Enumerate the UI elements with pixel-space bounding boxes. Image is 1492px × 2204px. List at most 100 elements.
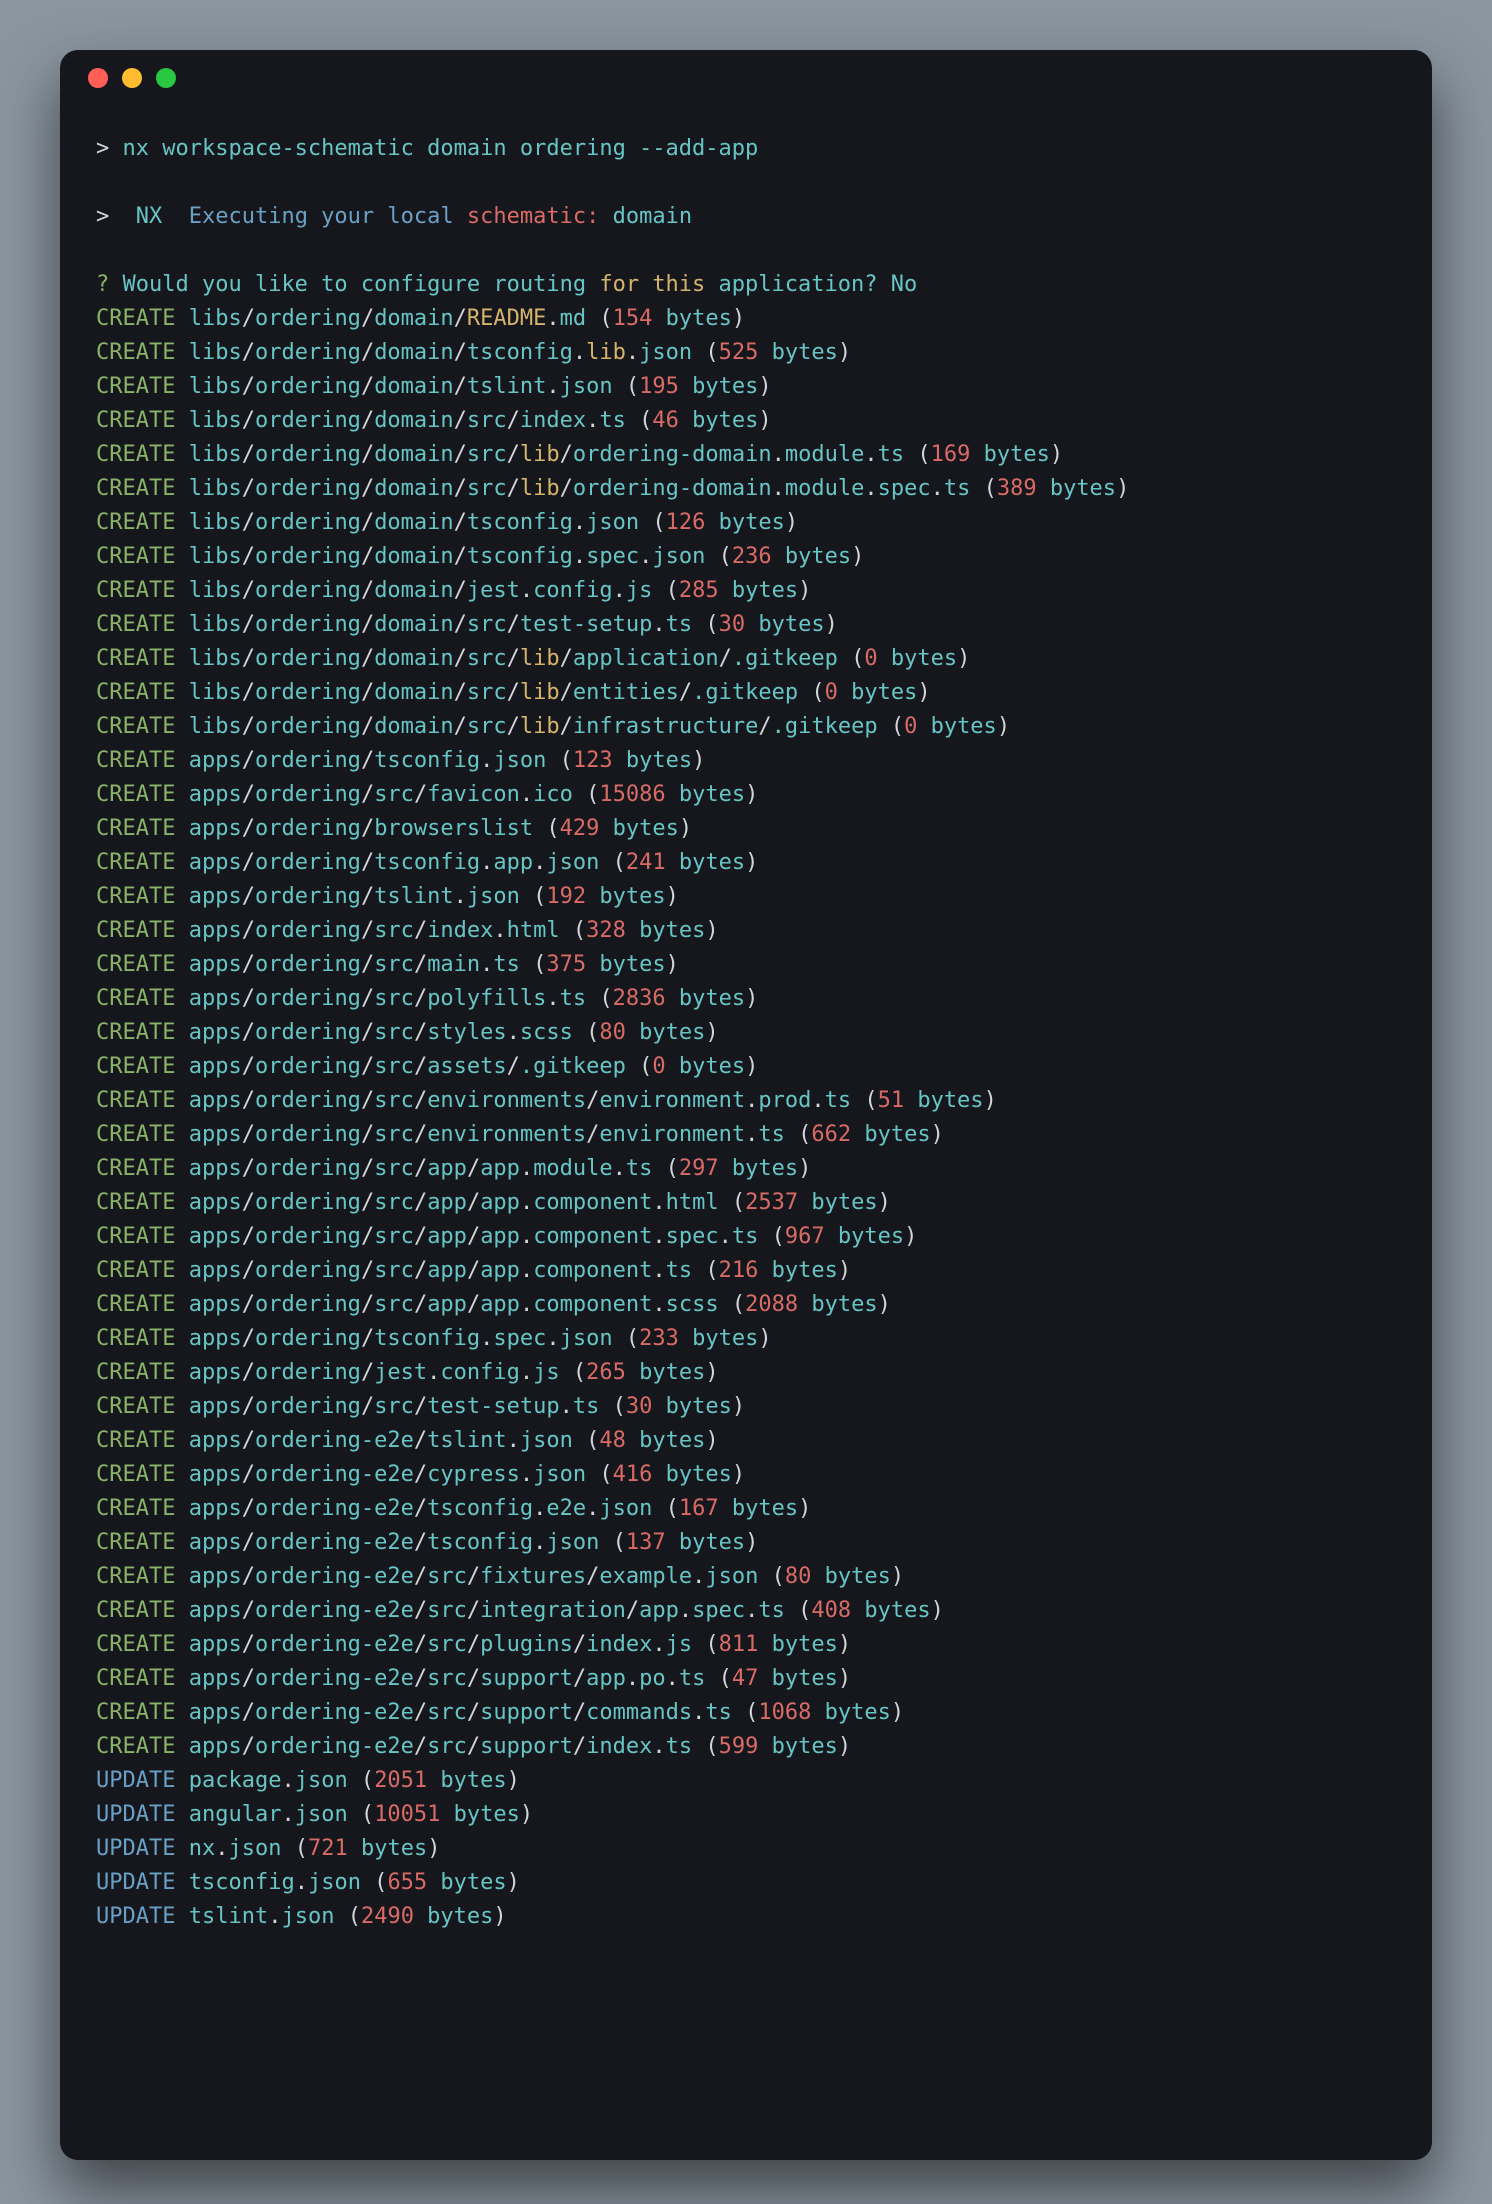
terminal-text (175, 510, 188, 535)
terminal-text (175, 1598, 188, 1623)
terminal-text: 192 (546, 884, 586, 909)
terminal-text: bytes (758, 1258, 837, 1283)
terminal-text: tsconfig (374, 850, 480, 875)
terminal-text: gitkeep (533, 1054, 626, 1079)
terminal-text: ordering-domain (573, 476, 772, 501)
terminal-text: ordering (255, 1020, 361, 1045)
terminal-text: CREATE (96, 408, 175, 433)
terminal-text: / (454, 340, 467, 365)
terminal-text: ) (493, 1904, 506, 1929)
terminal-text: ordering-e2e (255, 1428, 414, 1453)
terminal-text: ordering (255, 510, 361, 535)
terminal-text: 297 (679, 1156, 719, 1181)
terminal-text: js (626, 578, 653, 603)
terminal-text: ) (705, 1360, 718, 1385)
terminal-text (175, 918, 188, 943)
terminal-text: json (639, 340, 692, 365)
terminal-text: CREATE (96, 952, 175, 977)
terminal-text: ordering (255, 340, 361, 365)
terminal-text: 285 (679, 578, 719, 603)
terminal-text: CREATE (96, 1496, 175, 1521)
terminal-text: > (96, 204, 136, 229)
zoom-icon[interactable] (156, 68, 176, 88)
terminal-text: ) (838, 1666, 851, 1691)
terminal-text: apps (189, 1292, 242, 1317)
terminal-text: ordering (255, 442, 361, 467)
terminal-text: / (467, 1666, 480, 1691)
terminal-text: CREATE (96, 1360, 175, 1385)
terminal-text: ) (705, 1020, 718, 1045)
terminal-text: ( (586, 986, 613, 1011)
terminal-text: lib (520, 714, 560, 739)
terminal-text: ( (652, 1496, 679, 1521)
terminal-text: ( (758, 1224, 785, 1249)
terminal-text: 2051 (374, 1768, 427, 1793)
terminal-text: apps (189, 1462, 242, 1487)
terminal-text: . (520, 1054, 533, 1079)
terminal-text: Executing your local (189, 204, 467, 229)
terminal-text: ts (493, 952, 520, 977)
terminal-text: / (454, 306, 467, 331)
terminal-text: UPDATE (96, 1802, 175, 1827)
terminal-text: src (374, 952, 414, 977)
terminal-text: domain (374, 578, 453, 603)
terminal-text: / (586, 1122, 599, 1147)
terminal-text: bytes (414, 1904, 493, 1929)
terminal-text: . (480, 952, 493, 977)
terminal-text: ordering (255, 918, 361, 943)
file-entry: CREATE apps/ordering-e2e/src/support/ind… (96, 1730, 1396, 1764)
terminal-text: . (745, 1598, 758, 1623)
terminal-text: component (533, 1258, 652, 1283)
terminal-text (175, 476, 188, 501)
close-icon[interactable] (88, 68, 108, 88)
terminal-text: scss (520, 1020, 573, 1045)
terminal-text: ) (838, 1258, 851, 1283)
terminal-window[interactable]: > nx workspace-schematic domain ordering… (60, 50, 1432, 2160)
terminal-text: schematic: (467, 204, 613, 229)
terminal-text: . (520, 1462, 533, 1487)
terminal-text: 241 (626, 850, 666, 875)
terminal-text: ) (745, 850, 758, 875)
terminal-text: apps (189, 1190, 242, 1215)
terminal-text: ordering (255, 1122, 361, 1147)
terminal-text: ordering (255, 408, 361, 433)
terminal-text: CREATE (96, 1428, 175, 1453)
terminal-text: / (361, 476, 374, 501)
terminal-text (175, 1768, 188, 1793)
terminal-text: / (414, 1224, 427, 1249)
terminal-text: this (652, 272, 705, 297)
terminal-text: ( (652, 578, 679, 603)
terminal-text: . (560, 1394, 573, 1419)
terminal-text (175, 1326, 188, 1351)
terminal-text: / (361, 374, 374, 399)
terminal-text: CREATE (96, 782, 175, 807)
terminal-text: . (520, 782, 533, 807)
terminal-text: ordering (255, 1088, 361, 1113)
terminal-text: ordering (255, 986, 361, 1011)
file-entry: CREATE apps/ordering-e2e/tsconfig.e2e.js… (96, 1492, 1396, 1526)
file-entry: CREATE apps/ordering/src/test-setup.ts (… (96, 1390, 1396, 1424)
terminal-text: / (242, 1564, 255, 1589)
file-entry: CREATE libs/ordering/domain/src/lib/infr… (96, 710, 1396, 744)
terminal-text (175, 442, 188, 467)
terminal-text: ) (732, 1394, 745, 1419)
terminal-text: / (507, 714, 520, 739)
minimize-icon[interactable] (122, 68, 142, 88)
terminal-text: styles (427, 1020, 506, 1045)
terminal-text: for (599, 272, 652, 297)
terminal-text: / (361, 816, 374, 841)
terminal-text: . (864, 476, 877, 501)
terminal-text (175, 1564, 188, 1589)
terminal-text: ( (692, 1258, 719, 1283)
terminal-text: / (467, 1564, 480, 1589)
terminal-text: ordering (255, 850, 361, 875)
terminal-text: src (374, 1394, 414, 1419)
terminal-text: . (520, 578, 533, 603)
terminal-text: 80 (599, 1020, 626, 1045)
terminal-text: / (242, 578, 255, 603)
terminal-text: 599 (719, 1734, 759, 1759)
terminal-content[interactable]: > nx workspace-schematic domain ordering… (60, 106, 1432, 1974)
terminal-text: libs (189, 442, 242, 467)
terminal-text: / (507, 442, 520, 467)
terminal-text: ( (719, 1190, 746, 1215)
